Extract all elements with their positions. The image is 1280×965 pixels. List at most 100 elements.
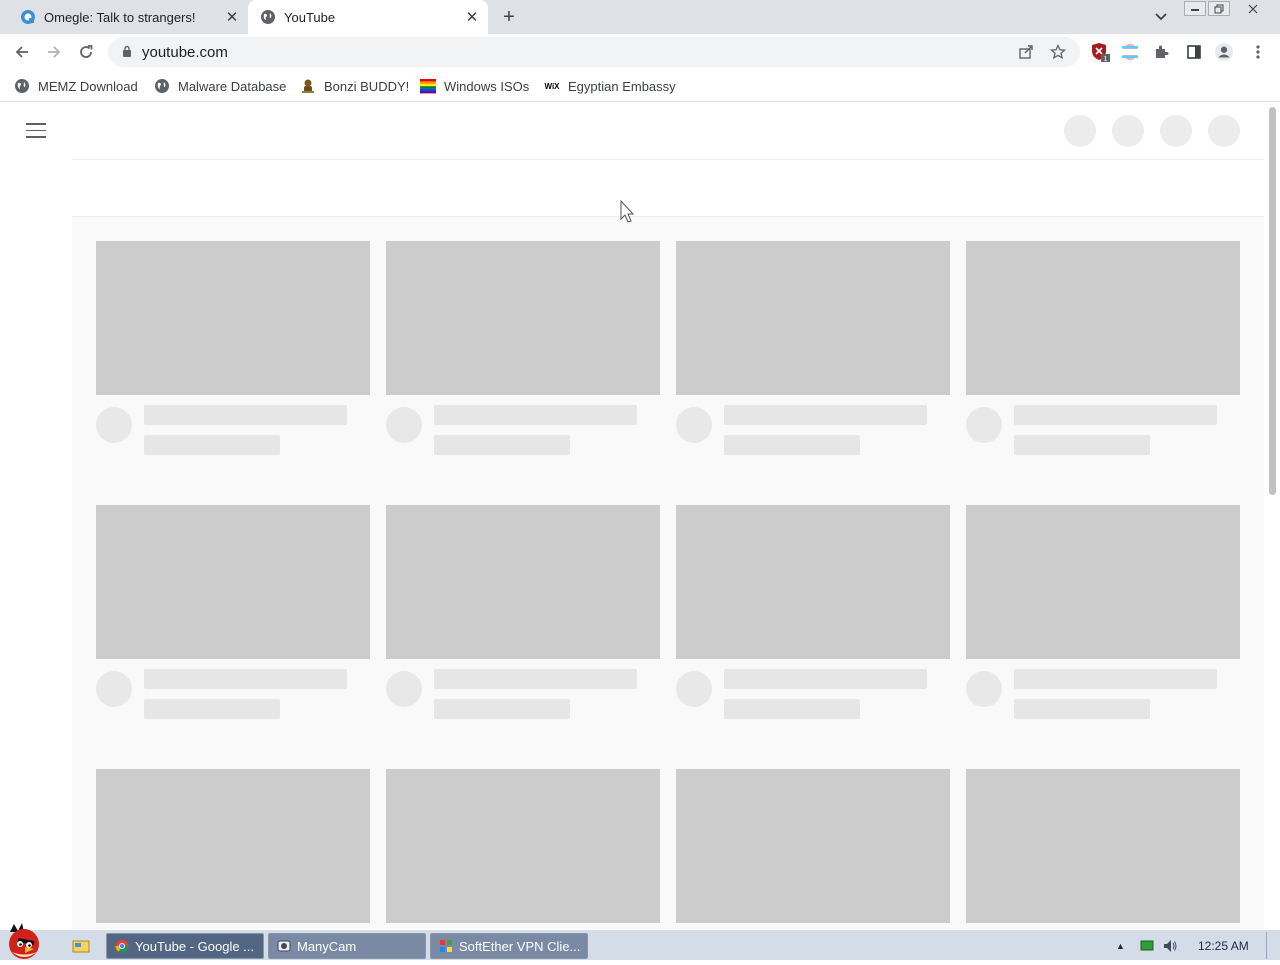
tab-youtube[interactable]: YouTube ✕ <box>248 0 488 34</box>
tray-expand-icon[interactable]: ▲ <box>1116 930 1125 961</box>
bookmark-label: Egyptian Embassy <box>568 78 676 94</box>
bookmark-label: Malware Database <box>178 78 287 94</box>
channel-avatar-placeholder <box>966 407 1002 443</box>
globe-icon <box>154 78 170 94</box>
channel-avatar-placeholder <box>676 407 712 443</box>
chrome-icon <box>115 939 129 953</box>
title-placeholder <box>1014 669 1217 689</box>
forward-button[interactable] <box>42 40 66 64</box>
taskbar-button-label: ManyCam <box>297 938 357 954</box>
channel-avatar-placeholder <box>96 671 132 707</box>
bookmark-label: MEMZ Download <box>38 78 138 94</box>
globe-icon <box>14 78 30 94</box>
shield-extension-icon[interactable]: 1 <box>1090 42 1110 62</box>
meta-placeholder <box>1014 435 1150 455</box>
video-thumbnail-placeholder <box>966 241 1240 395</box>
bookmark-malware-database[interactable]: Malware Database <box>154 76 286 96</box>
bookmark-windows-isos[interactable]: Windows ISOs <box>420 76 529 96</box>
browser-toolbar: youtube.com 1 <box>0 34 1280 70</box>
channel-avatar-placeholder <box>966 671 1002 707</box>
new-tab-button[interactable]: + <box>498 6 520 28</box>
omegle-icon <box>20 9 36 25</box>
close-window-button[interactable] <box>1242 1 1264 16</box>
tab-title: Omegle: Talk to strangers! <box>44 9 196 25</box>
tab-omegle[interactable]: Omegle: Talk to strangers! ✕ <box>0 0 248 34</box>
mouse-cursor-icon <box>620 199 636 231</box>
video-thumbnail-placeholder <box>386 769 660 923</box>
meta-placeholder <box>144 435 280 455</box>
lock-icon <box>122 45 132 63</box>
header-placeholder-circle <box>1208 115 1240 147</box>
video-thumbnail-placeholder <box>676 505 950 659</box>
clock[interactable]: 12:25 AM <box>1198 930 1249 961</box>
page-viewport <box>0 103 1280 929</box>
show-desktop-button[interactable] <box>1266 932 1278 959</box>
video-thumbnail-placeholder <box>386 241 660 395</box>
title-placeholder <box>434 669 637 689</box>
softether-icon <box>439 939 453 953</box>
meta-placeholder <box>724 699 860 719</box>
volume-icon[interactable] <box>1162 930 1178 961</box>
video-thumbnail-placeholder <box>676 769 950 923</box>
show-desktop-icon[interactable] <box>72 938 90 954</box>
close-tab-icon[interactable]: ✕ <box>222 7 242 27</box>
network-icon[interactable] <box>1140 930 1154 961</box>
taskbar-button-manycam[interactable]: ManyCam <box>268 933 426 959</box>
video-thumbnail-placeholder <box>96 769 370 923</box>
tab-title: YouTube <box>284 9 336 25</box>
browser-menu-icon[interactable] <box>1248 42 1268 62</box>
bookmark-bonzi-buddy[interactable]: Bonzi BUDDY! <box>300 76 409 96</box>
taskbar-button-label: SoftEther VPN Clie... <box>459 938 581 954</box>
title-placeholder <box>1014 405 1217 425</box>
url-text: youtube.com <box>142 44 228 61</box>
side-panel-icon[interactable] <box>1184 42 1204 62</box>
reload-button[interactable] <box>74 40 98 64</box>
bookmarks-bar: MEMZ Download Malware Database Bonzi BUD… <box>0 70 1280 102</box>
video-thumbnail-placeholder <box>676 241 950 395</box>
tab-strip: Omegle: Talk to strangers! ✕ YouTube ✕ + <box>0 0 1280 34</box>
profile-extension-icon[interactable] <box>1120 42 1140 62</box>
vertical-scrollbar[interactable] <box>1266 103 1280 929</box>
video-thumbnail-placeholder <box>966 505 1240 659</box>
video-thumbnail-placeholder <box>96 241 370 395</box>
video-thumbnail-placeholder <box>386 505 660 659</box>
video-thumbnail-placeholder <box>96 505 370 659</box>
rainbow-flag-icon <box>420 78 436 94</box>
meta-placeholder <box>434 699 570 719</box>
extensions-puzzle-icon[interactable] <box>1152 42 1172 62</box>
address-bar[interactable]: youtube.com <box>108 37 1080 67</box>
bookmark-label: Bonzi BUDDY! <box>324 78 410 94</box>
close-tab-icon[interactable]: ✕ <box>462 7 482 27</box>
hamburger-menu-icon[interactable] <box>26 123 46 139</box>
bookmark-star-icon[interactable] <box>1050 44 1066 60</box>
bookmark-egyptian-embassy[interactable]: WiX Egyptian Embassy <box>544 76 676 96</box>
tab-search-chevron-icon[interactable] <box>1150 7 1172 27</box>
restore-button[interactable] <box>1208 1 1230 16</box>
title-placeholder <box>724 669 927 689</box>
wix-icon: WiX <box>544 81 560 91</box>
meta-placeholder <box>724 435 860 455</box>
header-placeholder-circle <box>1112 115 1144 147</box>
channel-avatar-placeholder <box>676 671 712 707</box>
taskbar-button-softether[interactable]: SoftEther VPN Clie... <box>430 933 588 959</box>
channel-avatar-placeholder <box>386 407 422 443</box>
scrollbar-thumb[interactable] <box>1269 107 1276 495</box>
title-placeholder <box>144 405 347 425</box>
meta-placeholder <box>1014 699 1150 719</box>
share-icon[interactable] <box>1018 44 1034 60</box>
taskbar-button-label: YouTube - Google ... <box>135 938 255 954</box>
taskbar-button-chrome[interactable]: YouTube - Google ... <box>106 933 264 959</box>
meta-placeholder <box>434 435 570 455</box>
profile-avatar-icon[interactable] <box>1214 42 1234 62</box>
minimize-button[interactable] <box>1184 1 1206 16</box>
bookmark-memz-download[interactable]: MEMZ Download <box>14 76 138 96</box>
meta-placeholder <box>144 699 280 719</box>
manycam-icon <box>277 939 291 953</box>
extension-badge: 1 <box>1104 56 1108 62</box>
back-button[interactable] <box>10 40 34 64</box>
title-placeholder <box>434 405 637 425</box>
taskbar: YouTube - Google ... ManyCam SoftEther V… <box>0 923 1280 961</box>
start-button-angry-bird-icon[interactable] <box>4 922 48 960</box>
header-placeholder-circle <box>1064 115 1096 147</box>
video-thumbnail-placeholder <box>966 769 1240 923</box>
